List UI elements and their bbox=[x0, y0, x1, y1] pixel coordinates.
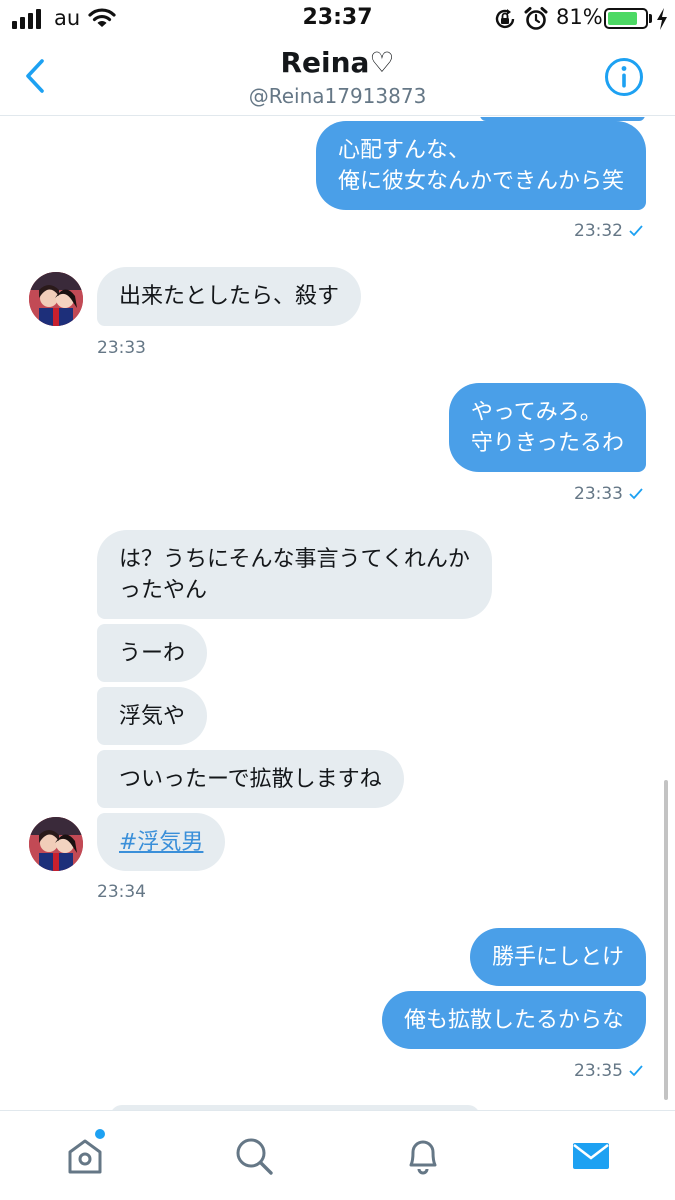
scrollbar[interactable] bbox=[664, 780, 668, 1100]
timestamp-text: 23:32 bbox=[574, 221, 623, 241]
hashtag-link[interactable]: #浮気男 bbox=[119, 827, 203, 858]
alarm-icon bbox=[524, 7, 548, 30]
tab-messages[interactable] bbox=[566, 1131, 616, 1181]
sent-check-icon bbox=[629, 1065, 643, 1077]
home-icon bbox=[68, 1139, 102, 1174]
message-text: うーわ bbox=[119, 640, 186, 666]
battery-cap bbox=[649, 14, 652, 23]
message-text: 浮気や bbox=[119, 703, 186, 729]
message-text: 出来たとしたら、殺す bbox=[119, 284, 340, 309]
message-text: やってみろ。 守りきったるわ bbox=[470, 399, 624, 456]
message-bubble-incoming[interactable]: #浮気男 bbox=[97, 813, 226, 871]
orientation-lock-icon bbox=[495, 9, 515, 29]
search-icon bbox=[236, 1138, 273, 1175]
message-bubble-incoming[interactable]: は？うちにそんな事言うてくれんか ったやん bbox=[97, 530, 492, 619]
notifications-icon bbox=[409, 1140, 437, 1175]
message-text: 心配すんな、 俺に彼女なんかできんから笑 bbox=[337, 137, 624, 194]
message-timestamp: 23:35 bbox=[574, 1061, 643, 1081]
sent-check-icon bbox=[629, 225, 643, 237]
message-thread[interactable]: 心配すんな、 俺に彼女なんかできんから笑 23:32 出来たとしたら、殺す 23… bbox=[0, 117, 675, 1110]
tab-bar bbox=[0, 1110, 675, 1200]
timestamp-text: 23:35 bbox=[574, 1061, 623, 1081]
timestamp-text: 23:33 bbox=[574, 484, 623, 504]
messages-icon bbox=[573, 1143, 609, 1169]
tab-search[interactable] bbox=[229, 1131, 279, 1181]
tab-notifications[interactable] bbox=[398, 1131, 448, 1181]
info-icon[interactable] bbox=[604, 57, 644, 97]
message-bubble-outgoing[interactable]: やってみろ。 守りきったるわ bbox=[448, 383, 646, 472]
conversation-header: Reina♡ @Reina17913873 bbox=[0, 38, 675, 116]
message-timestamp: 23:32 bbox=[574, 221, 643, 241]
avatar-image bbox=[29, 817, 83, 871]
message-timestamp: 23:33 bbox=[574, 484, 643, 504]
message-bubble-outgoing[interactable]: 俺も拡散したるからな bbox=[381, 991, 646, 1049]
battery-percent: 81% bbox=[556, 5, 603, 29]
status-bar: au 23:37 81% bbox=[0, 0, 675, 38]
message-timestamp: 23:34 bbox=[97, 882, 146, 902]
message-text: ついったーで拡散しますね bbox=[119, 766, 382, 792]
new-activity-dot bbox=[95, 1129, 105, 1139]
avatar-image bbox=[29, 272, 83, 326]
message-bubble-outgoing[interactable]: 心配すんな、 俺に彼女なんかできんから笑 bbox=[315, 121, 646, 210]
message-bubble-incoming[interactable]: 浮気や bbox=[97, 687, 208, 745]
tab-home[interactable] bbox=[60, 1131, 110, 1181]
message-bubble-outgoing[interactable]: 勝手にしとけ bbox=[469, 928, 646, 986]
message-bubble-incoming[interactable]: ついったーで拡散しますね bbox=[97, 750, 404, 808]
message-text: 勝手にしとけ bbox=[491, 944, 624, 970]
contact-handle[interactable]: @Reina17913873 bbox=[0, 84, 675, 108]
sent-check-icon bbox=[629, 488, 643, 500]
avatar[interactable] bbox=[29, 817, 83, 871]
battery-icon bbox=[604, 8, 648, 29]
avatar[interactable] bbox=[29, 272, 83, 326]
message-bubble-incoming[interactable]: うーわ bbox=[97, 624, 208, 682]
contact-name[interactable]: Reina♡ bbox=[0, 46, 675, 79]
message-text: 俺も拡散したるからな bbox=[403, 1007, 624, 1033]
message-timestamp: 23:33 bbox=[97, 338, 146, 358]
message-text: は？うちにそんな事言うてくれんか ったやん bbox=[119, 546, 470, 603]
message-bubble-incoming[interactable]: 出来たとしたら、殺す bbox=[97, 267, 362, 326]
charging-bolt-icon bbox=[657, 8, 667, 30]
